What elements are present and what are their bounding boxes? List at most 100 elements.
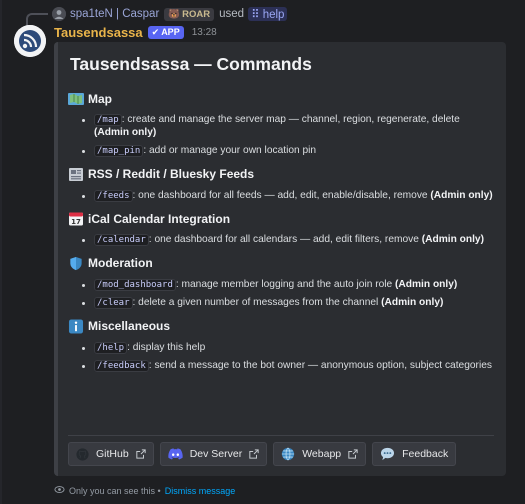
section-moderation: Moderation/mod_dashboard: manage member … xyxy=(68,256,494,310)
section-map: Map/map: create and manage the server ma… xyxy=(68,91,494,158)
command-description: /mod_dashboard: manage member logging an… xyxy=(94,278,458,292)
section-heading: 17 iCal Calendar Integration xyxy=(68,211,494,226)
command-list-item: /map_pin: add or manage your own locatio… xyxy=(82,145,494,158)
command-list: /map: create and manage the server map —… xyxy=(68,114,494,158)
slash-command-label: help xyxy=(262,9,285,21)
github-button[interactable]: GitHub xyxy=(68,442,154,466)
slash-command-mention[interactable]: ⠿ help xyxy=(248,7,288,21)
eye-icon xyxy=(54,484,65,497)
command-code[interactable]: /feedback xyxy=(94,360,149,372)
command-list: /mod_dashboard: manage member logging an… xyxy=(68,278,494,310)
app-badge-label: APP xyxy=(161,27,180,37)
command-description: /feeds: one dashboard for all feeds — ad… xyxy=(94,189,493,203)
section-heading: Map xyxy=(68,91,494,106)
check-icon: ✔ xyxy=(151,26,160,37)
speech-bubble-icon xyxy=(380,447,395,461)
reply-avatar[interactable] xyxy=(52,7,66,21)
admin-only-note: (Admin only) xyxy=(381,297,444,308)
admin-only-note: (Admin only) xyxy=(421,234,484,245)
command-description: /help: display this help xyxy=(94,341,206,355)
command-description: /feedback: send a message to the bot own… xyxy=(94,360,492,373)
admin-only-note: (Admin only) xyxy=(395,278,458,290)
section-heading-text: Moderation xyxy=(88,256,153,270)
dev-server-button[interactable]: Dev Server xyxy=(159,442,268,466)
section-heading-text: iCal Calendar Integration xyxy=(88,211,231,226)
command-list: /calendar: one dashboard for all calenda… xyxy=(68,234,494,247)
dismiss-message-link[interactable]: Dismiss message xyxy=(165,486,236,496)
help-embed: Tausendsassa — Commands Map/map: create … xyxy=(54,42,506,476)
map-icon xyxy=(68,91,84,106)
hash-icon: ⠿ xyxy=(251,9,263,21)
command-list-item: /calendar: one dashboard for all calenda… xyxy=(82,234,494,247)
command-code[interactable]: /help xyxy=(94,341,128,354)
calendar-icon: 17 xyxy=(68,211,84,226)
section-heading: Moderation xyxy=(68,256,494,271)
section-heading: RSS / Reddit / Bluesky Feeds xyxy=(68,167,494,182)
command-code[interactable]: /clear xyxy=(94,297,133,309)
section-ical-calendar-integration: 17 iCal Calendar Integration/calendar: on… xyxy=(68,211,494,247)
button-label: GitHub xyxy=(96,448,129,460)
link-buttons: GitHub Dev Server Webapp Feedback xyxy=(68,442,457,466)
github-icon xyxy=(76,447,89,461)
webapp-button[interactable]: Webapp xyxy=(273,442,367,466)
info-icon xyxy=(68,318,84,334)
shield-icon xyxy=(68,256,84,271)
command-list-item: /feedback: send a message to the bot own… xyxy=(82,360,494,373)
reply-username[interactable]: spa1teN | Caspar xyxy=(70,8,159,20)
embed-divider xyxy=(68,435,494,436)
feedback-button[interactable]: Feedback xyxy=(372,442,457,466)
command-list-item: /mod_dashboard: manage member logging an… xyxy=(82,278,494,292)
command-description: /map_pin: add or manage your own locatio… xyxy=(94,145,316,158)
message-frame: spa1teN | Caspar 🐻 ROAR used ⠿ help Taus… xyxy=(0,0,525,504)
guild-tag-badge: 🐻 ROAR xyxy=(164,7,215,21)
bot-name[interactable]: Tausendsassa xyxy=(54,25,143,40)
button-label: Dev Server xyxy=(189,448,243,460)
button-label: Webapp xyxy=(302,448,342,460)
command-description: /clear: delete a given number of message… xyxy=(94,297,443,310)
command-list-item: /help: display this help xyxy=(82,341,494,355)
section-heading: Miscellaneous xyxy=(68,318,494,334)
external-link-icon xyxy=(348,449,358,459)
bot-avatar[interactable] xyxy=(14,25,46,57)
svg-text:17: 17 xyxy=(71,218,81,226)
command-code[interactable]: /map xyxy=(94,114,122,126)
globe-icon xyxy=(281,447,295,461)
section-rss-reddit-bluesky-feeds: RSS / Reddit / Bluesky Feeds/feeds: one … xyxy=(68,167,494,203)
command-list-item: /clear: delete a given number of message… xyxy=(82,297,494,310)
timestamp[interactable]: 13:28 xyxy=(192,27,217,38)
discord-icon xyxy=(168,448,183,460)
button-label: Feedback xyxy=(402,448,449,460)
reply-used-text: used xyxy=(219,8,245,20)
section-miscellaneous: Miscellaneous/help: display this help/fe… xyxy=(68,318,494,373)
command-description: /calendar: one dashboard for all calenda… xyxy=(94,234,484,247)
command-list: /help: display this help/feedback: send … xyxy=(68,341,494,373)
command-code[interactable]: /calendar xyxy=(94,234,149,246)
command-code[interactable]: /feeds xyxy=(94,189,133,202)
message-header: Tausendsassa ✔ APP 13:28 xyxy=(54,24,217,40)
command-text: : display this help xyxy=(127,341,206,353)
newspaper-icon xyxy=(68,167,84,182)
command-code[interactable]: /mod_dashboard xyxy=(94,278,176,291)
app-badge: ✔ APP xyxy=(147,25,184,39)
guild-tag-label: ROAR xyxy=(182,8,211,20)
reply-reference[interactable]: spa1teN | Caspar 🐻 ROAR used ⠿ help xyxy=(32,6,288,22)
command-list-item: /feeds: one dashboard for all feeds — ad… xyxy=(82,189,494,203)
ephemeral-footer: Only you can see this • Dismiss message xyxy=(54,484,235,497)
bot-logo-icon xyxy=(14,25,46,57)
command-text: : add or manage your own location pin xyxy=(143,145,317,156)
paw-icon: 🐻 xyxy=(168,8,181,20)
command-text: : one dashboard for all feeds — add, edi… xyxy=(132,189,431,201)
admin-only-note: (Admin only) xyxy=(430,189,493,201)
command-text: : delete a given number of messages from… xyxy=(132,297,382,308)
embed-sections: Map/map: create and manage the server ma… xyxy=(68,91,494,373)
command-text: : create and manage the server map — cha… xyxy=(121,114,460,125)
admin-only-note: (Admin only) xyxy=(94,126,157,138)
command-text: : one dashboard for all calendars — add,… xyxy=(148,234,422,245)
section-heading-text: RSS / Reddit / Bluesky Feeds xyxy=(88,167,255,181)
section-heading-text: Miscellaneous xyxy=(88,319,171,333)
command-text: : manage member logging and the auto joi… xyxy=(175,278,396,290)
external-link-icon xyxy=(136,449,146,459)
command-code[interactable]: /map_pin xyxy=(94,145,144,157)
section-heading-text: Map xyxy=(88,91,112,106)
embed-title: Tausendsassa — Commands xyxy=(70,54,312,74)
